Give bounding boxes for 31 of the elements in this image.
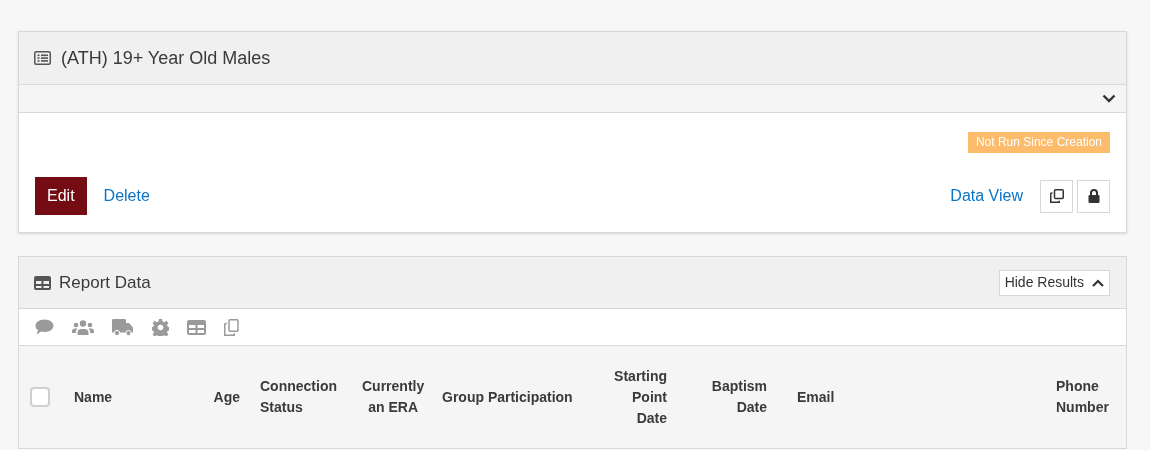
chevron-down-icon[interactable]: [1102, 94, 1116, 103]
settings-icon[interactable]: [152, 318, 169, 336]
column-header: Connection Status: [260, 377, 338, 417]
copy-button[interactable]: [1040, 179, 1073, 213]
panel-title: Report Data: [59, 271, 151, 294]
column-header: Phone Number: [1056, 377, 1110, 417]
list-icon: [34, 51, 51, 65]
chevron-up-icon: [1092, 278, 1104, 287]
status-badge: Not Run Since Creation: [967, 132, 1110, 153]
column-header: Currently an ERA: [362, 377, 425, 417]
column-header: Group Participation: [442, 387, 573, 407]
lock-icon: [1087, 189, 1100, 203]
column-header: Age: [213, 387, 240, 407]
copy-icon: [1049, 189, 1064, 203]
edit-button[interactable]: Edit: [35, 177, 87, 215]
data-view-link[interactable]: Data View: [950, 184, 1023, 208]
column-header: Name: [74, 387, 113, 407]
copy-icon[interactable]: [224, 318, 239, 336]
select-all-checkbox[interactable]: [30, 387, 50, 407]
users-icon[interactable]: [72, 319, 94, 335]
column-header: Baptism Date: [710, 377, 767, 417]
table-icon[interactable]: [187, 319, 206, 335]
speech-bubble-icon[interactable]: [35, 319, 54, 335]
hide-results-button[interactable]: Hide Results: [998, 269, 1110, 296]
column-header: Starting Point Date: [613, 366, 667, 428]
lock-button[interactable]: [1077, 179, 1110, 213]
delete-link[interactable]: Delete: [103, 184, 150, 208]
panel-title: (ATH) 19+ Year Old Males: [61, 46, 271, 70]
column-header: Email: [797, 387, 835, 407]
table-icon: [34, 275, 51, 290]
truck-icon[interactable]: [112, 318, 134, 336]
